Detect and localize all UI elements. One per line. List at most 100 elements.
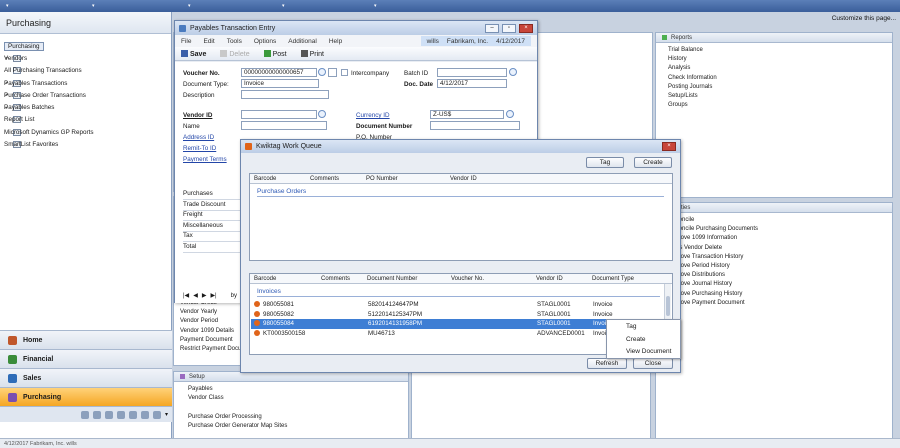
list-item[interactable]: Reconcile Purchasing Documents [668,226,884,235]
table-row[interactable]: KT0003500158 MU46713 ADVANCED0001 Invoice [251,329,663,339]
list-item[interactable]: Remove Purchasing History [668,291,884,300]
create-button[interactable]: Create [634,157,672,168]
refresh-button[interactable]: Refresh [587,358,627,369]
nav-item[interactable]: SmartList Favorites [4,138,167,150]
list-item[interactable]: Groups [668,102,884,111]
customize-page-link[interactable]: Customize this page... [832,15,896,22]
list-item[interactable]: Analysis [668,65,884,74]
shortcut-icon[interactable] [80,410,89,419]
nav-item[interactable]: Microsoft Dynamics GP Reports [4,126,167,138]
column-header[interactable]: Barcode [254,276,276,282]
shortcut-icon[interactable] [104,410,113,419]
lookup-icon[interactable] [506,110,514,118]
list-item[interactable]: Vendor Class [188,395,394,404]
document-number-field[interactable] [430,121,520,130]
first-record-button[interactable]: |◀ [183,292,189,299]
currency-id-field[interactable]: Z-US$ [430,110,504,119]
payment-terms-link[interactable]: Payment Terms [183,156,227,163]
next-record-button[interactable]: ▶ [202,292,207,299]
list-item[interactable]: Remove Journal History [668,281,884,290]
list-item[interactable]: Purchase Order Generator Map Sites [188,423,394,432]
shortcut-icon[interactable] [152,410,161,419]
column-header[interactable]: Vendor ID [536,276,563,282]
lookup-icon[interactable] [509,68,517,76]
address-id-link[interactable]: Address ID [183,134,214,141]
shortcut-icon[interactable] [92,410,101,419]
context-menu-item[interactable]: View Document [607,345,680,358]
doc-date-field[interactable]: 4/12/2017 [437,79,507,88]
lookup-icon[interactable] [318,68,326,76]
chevron-down-icon[interactable]: ▾ [282,3,285,9]
shortcut-icon[interactable] [128,410,137,419]
nav-item[interactable]: ▸ Vendors [4,52,167,64]
voucher-field[interactable]: 00000000000000657 [241,68,317,77]
list-item[interactable]: Reconcile [668,217,884,226]
nav-item[interactable]: ▸ Purchase Order Transactions [4,89,167,101]
list-item[interactable]: Check Information [668,75,884,84]
column-header[interactable]: PO Number [366,176,398,182]
collapse-icon[interactable] [662,35,667,40]
chevron-down-icon[interactable]: ▾ [165,411,168,418]
menu-options[interactable]: Options [254,38,276,45]
close-button[interactable]: × [662,142,676,151]
table-row[interactable]: 980055082 5122014125347PM STAGL0001 Invoice [251,310,663,320]
menu-file[interactable]: File [181,38,191,45]
nav-item[interactable]: Purchasing [4,40,167,52]
scrollbar-thumb[interactable] [666,296,670,316]
list-item[interactable]: Payables [188,386,394,395]
collapse-icon[interactable] [180,374,185,379]
table-row[interactable]: 980055084 6192014131958PM STAGL0001 Invoice [251,319,663,329]
list-item[interactable]: Setup/Lists [668,93,884,102]
context-menu-item[interactable]: Create [607,333,680,346]
context-menu-item[interactable]: Tag [607,320,680,333]
nav-item[interactable]: All Purchasing Transactions [4,65,167,77]
note-icon[interactable] [328,68,337,77]
lookup-icon[interactable] [318,110,326,118]
vendor-id-field[interactable] [241,110,317,119]
menu-edit[interactable]: Edit [203,38,214,45]
list-item[interactable]: Trial Balance [668,47,884,56]
description-field[interactable] [241,90,329,99]
list-item[interactable]: Remove 1099 Information [668,235,884,244]
maximize-button[interactable]: ▫ [502,23,516,33]
column-header[interactable]: Document Number [367,276,417,282]
post-button[interactable]: Post [263,49,287,58]
batch-id-field[interactable] [437,68,507,77]
document-type-select[interactable]: Invoice [241,79,319,88]
column-header[interactable]: Vendor ID [450,176,477,182]
list-item[interactable]: History [668,56,884,65]
list-item[interactable]: Remove Payment Document [668,300,884,309]
print-button[interactable]: Print [300,49,324,58]
menu-additional[interactable]: Additional [288,38,317,45]
remit-to-id-link[interactable]: Remit-To ID [183,145,216,152]
column-header[interactable]: Document Type [592,276,634,282]
shortcut-icon[interactable] [116,410,125,419]
nav-button-financial[interactable]: Financial [0,349,172,368]
list-item[interactable]: Remove Distributions [668,272,884,281]
close-button[interactable]: × [519,23,533,33]
nav-button-purchasing[interactable]: Purchasing [0,387,172,406]
nav-button-home[interactable]: Home [0,330,172,349]
column-header[interactable]: Barcode [254,176,276,182]
chevron-down-icon[interactable]: ▾ [6,3,9,9]
intercompany-checkbox[interactable] [341,69,348,76]
table-row[interactable]: 980055081 582014124647PM STAGL0001 Invoice [251,300,663,310]
chevron-down-icon[interactable]: ▾ [188,3,191,9]
column-header[interactable]: Comments [321,276,350,282]
group-header[interactable]: Invoices [257,288,281,295]
currency-id-link[interactable]: Currency ID [356,112,390,119]
chevron-down-icon[interactable]: ▾ [92,3,95,9]
nav-button-sales[interactable]: Sales [0,368,172,387]
close-button[interactable]: Close [633,358,673,369]
column-header[interactable]: Comments [310,176,339,182]
menu-help[interactable]: Help [329,38,342,45]
minimize-button[interactable]: – [485,23,499,33]
nav-item[interactable]: ▸ Payables Batches [4,101,167,113]
vendor-id-label[interactable]: Vendor ID [183,112,212,119]
shortcut-icon[interactable] [140,410,149,419]
group-header[interactable]: Purchase Orders [257,188,306,195]
nav-item[interactable]: ▸ Payables Transactions [4,77,167,89]
list-item[interactable] [188,404,394,413]
list-item[interactable]: Remove Period History [668,263,884,272]
column-header[interactable]: Voucher No. [451,276,484,282]
